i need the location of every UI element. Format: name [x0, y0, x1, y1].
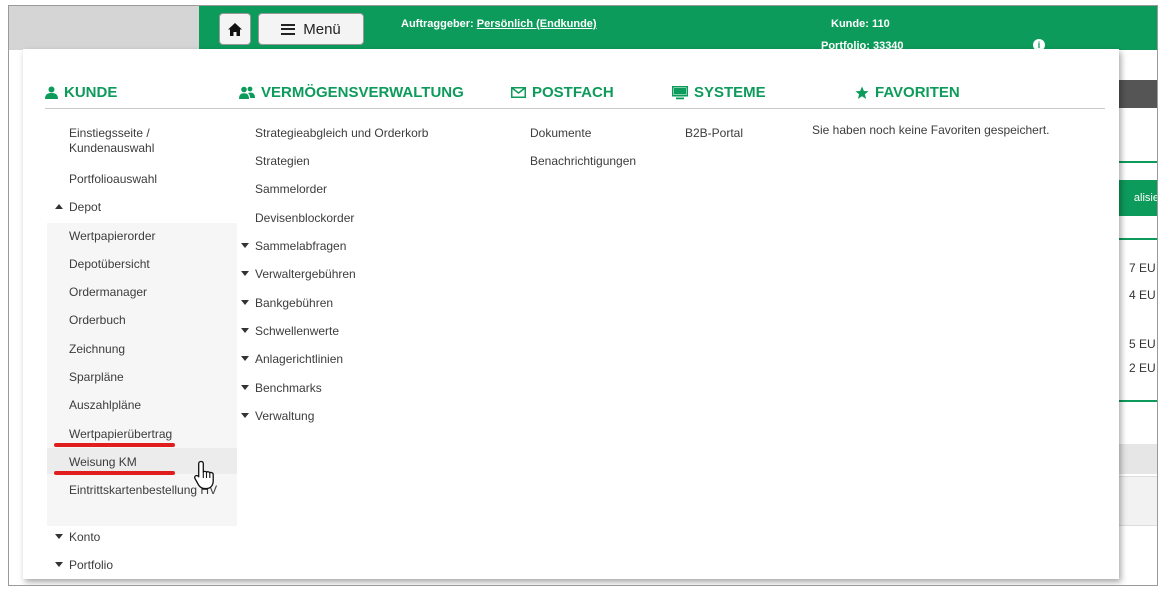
menu-item-wertpapierorder[interactable]: Wertpapierorder — [69, 229, 155, 244]
menu-group-verwaltergebuehren[interactable]: Verwaltergebühren — [241, 267, 356, 282]
menu-item-zeichnung[interactable]: Zeichnung — [69, 342, 125, 357]
highlight-underline — [54, 471, 175, 475]
hamburger-icon — [281, 23, 296, 35]
menu-item-benachrichtigungen[interactable]: Benachrichtigungen — [530, 154, 636, 169]
menu-item-b2b-portal[interactable]: B2B-Portal — [685, 126, 743, 141]
auftraggeber-info: Auftraggeber: Persönlich (Endkunde) — [401, 18, 597, 30]
mega-menu-header: KUNDE VERMÖGENSVERWALTUNG POSTFACH SYSTE… — [45, 75, 1105, 109]
home-button[interactable] — [219, 13, 251, 45]
background-value: 5 EU — [1129, 337, 1156, 351]
caret-down-icon — [241, 243, 249, 248]
menu-item-devisenblockorder[interactable]: Devisenblockorder — [255, 211, 354, 226]
menu-item-auszahlplaene[interactable]: Auszahlpläne — [69, 398, 141, 413]
menu-item-portfolioauswahl[interactable]: Portfolioauswahl — [69, 172, 157, 187]
envelope-icon — [511, 87, 526, 98]
menu-item-sparplaene[interactable]: Sparpläne — [69, 370, 124, 385]
menu-header-label: FAVORITEN — [875, 84, 960, 101]
menu-item-wertpapieruebertrag[interactable]: Wertpapierübertrag — [69, 427, 172, 442]
caret-down-icon — [241, 300, 249, 305]
screenshot-frame: Menü Auftraggeber: Persönlich (Endkunde)… — [8, 5, 1158, 586]
menu-group-verwaltung[interactable]: Verwaltung — [241, 409, 314, 424]
favoriten-empty-text: Sie haben noch keine Favoriten gespeiche… — [812, 123, 1050, 137]
menu-group-depot[interactable]: Depot — [55, 200, 101, 215]
menu-group-label: Depot — [69, 200, 102, 214]
kunde-label: Kunde: — [831, 18, 869, 30]
menu-header-label: VERMÖGENSVERWALTUNG — [261, 84, 464, 101]
menu-group-label: Benchmarks — [255, 381, 322, 395]
menu-item-orderbuch[interactable]: Orderbuch — [69, 313, 126, 328]
menu-item-ordermanager[interactable]: Ordermanager — [69, 285, 147, 300]
home-icon — [228, 22, 242, 36]
menu-header-kunde[interactable]: KUNDE — [45, 84, 117, 101]
menu-item-strategieabgleich[interactable]: Strategieabgleich und Orderkorb — [255, 126, 428, 141]
background-value: 4 EU — [1129, 288, 1156, 302]
mega-menu: KUNDE VERMÖGENSVERWALTUNG POSTFACH SYSTE… — [23, 49, 1119, 579]
menu-header-label: SYSTEME — [694, 84, 766, 101]
background-value: 2 EU — [1129, 361, 1156, 375]
menu-header-systeme[interactable]: SYSTEME — [672, 84, 766, 101]
users-icon — [239, 86, 255, 99]
caret-down-icon — [55, 534, 63, 539]
menu-group-sammelabfragen[interactable]: Sammelabfragen — [241, 239, 346, 254]
caret-down-icon — [241, 356, 249, 361]
monitor-icon — [672, 85, 688, 99]
caret-down-icon — [55, 562, 63, 567]
caret-down-icon — [241, 413, 249, 418]
menu-group-label: Sammelabfragen — [255, 239, 347, 253]
background-value: 7 EU — [1129, 261, 1156, 275]
caret-down-icon — [241, 328, 249, 333]
hand-pointer-icon — [194, 460, 214, 490]
menu-item-einstiegsseite[interactable]: Einstiegsseite / Kundenauswahl — [69, 126, 209, 156]
menu-group-label: Schwellenwerte — [255, 324, 340, 338]
menu-group-label: Konto — [69, 530, 101, 544]
topbar-left-area — [9, 6, 199, 50]
caret-down-icon — [241, 385, 249, 390]
menu-item-strategien[interactable]: Strategien — [255, 154, 310, 169]
highlight-underline — [54, 443, 175, 447]
menu-group-label: Portfolio — [69, 558, 114, 572]
menu-item-sammelorder[interactable]: Sammelorder — [255, 182, 327, 197]
auftraggeber-label: Auftraggeber: — [401, 18, 474, 30]
user-icon — [45, 86, 58, 99]
menu-group-anlagerichtlinien[interactable]: Anlagerichtlinien — [241, 352, 343, 367]
menu-group-schwellenwerte[interactable]: Schwellenwerte — [241, 324, 339, 339]
menu-group-label: Verwaltung — [255, 409, 315, 423]
menu-header-postfach[interactable]: POSTFACH — [511, 84, 614, 101]
caret-up-icon — [55, 204, 63, 209]
menu-header-favoriten[interactable]: FAVORITEN — [855, 84, 960, 101]
menu-group-konto[interactable]: Konto — [55, 530, 100, 545]
kunde-value: 110 — [871, 18, 890, 30]
menu-button-label: Menü — [303, 20, 341, 38]
menu-group-label: Bankgebühren — [255, 296, 334, 310]
kunde-info: Kunde: 110 — [831, 18, 890, 30]
menu-group-bankgebuehren[interactable]: Bankgebühren — [241, 296, 333, 311]
auftraggeber-link[interactable]: Persönlich (Endkunde) — [477, 18, 597, 30]
menu-group-benchmarks[interactable]: Benchmarks — [241, 381, 322, 396]
menu-item-weisung-km[interactable]: Weisung KM — [69, 455, 137, 470]
caret-down-icon — [241, 271, 249, 276]
menu-group-portfolio[interactable]: Portfolio — [55, 558, 113, 573]
star-icon — [855, 86, 869, 99]
menu-item-depotuebersicht[interactable]: Depotübersicht — [69, 257, 150, 272]
menu-header-vermoegensverwaltung[interactable]: VERMÖGENSVERWALTUNG — [239, 84, 464, 101]
menu-group-label: Verwaltergebühren — [255, 267, 356, 281]
menu-header-label: POSTFACH — [532, 84, 614, 101]
menu-header-label: KUNDE — [64, 84, 118, 101]
menu-button[interactable]: Menü — [258, 13, 364, 45]
menu-group-label: Anlagerichtlinien — [255, 352, 344, 366]
menu-item-dokumente[interactable]: Dokumente — [530, 126, 591, 141]
